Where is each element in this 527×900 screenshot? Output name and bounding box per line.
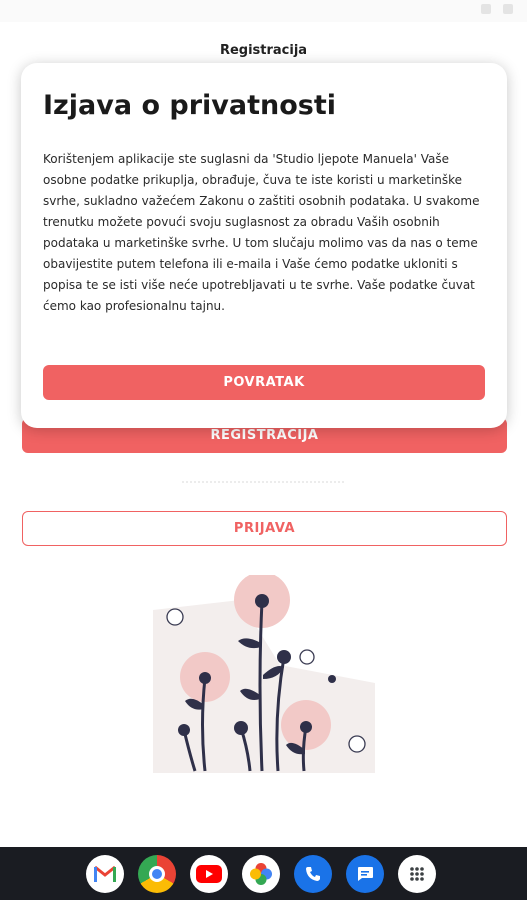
flowers-illustration	[153, 575, 375, 773]
login-button[interactable]: PRIJAVA	[22, 511, 507, 546]
messages-icon[interactable]	[346, 855, 384, 893]
status-bar	[0, 0, 527, 22]
app-drawer-icon[interactable]	[398, 855, 436, 893]
battery-icon	[481, 4, 491, 14]
app-dock	[0, 847, 527, 900]
chrome-icon[interactable]	[138, 855, 176, 893]
signal-icon	[503, 4, 513, 14]
divider	[182, 481, 344, 483]
privacy-dialog: Izjava o privatnosti Korištenjem aplikac…	[21, 63, 507, 428]
dialog-title: Izjava o privatnosti	[43, 90, 337, 121]
page-title: Registracija	[219, 43, 308, 58]
back-button[interactable]: POVRATAK	[43, 365, 485, 400]
photos-icon[interactable]	[242, 855, 280, 893]
gmail-icon[interactable]	[86, 855, 124, 893]
phone-icon[interactable]	[294, 855, 332, 893]
dialog-body-text: Korištenjem aplikacije ste suglasni da '…	[43, 152, 480, 313]
youtube-icon[interactable]	[190, 855, 228, 893]
